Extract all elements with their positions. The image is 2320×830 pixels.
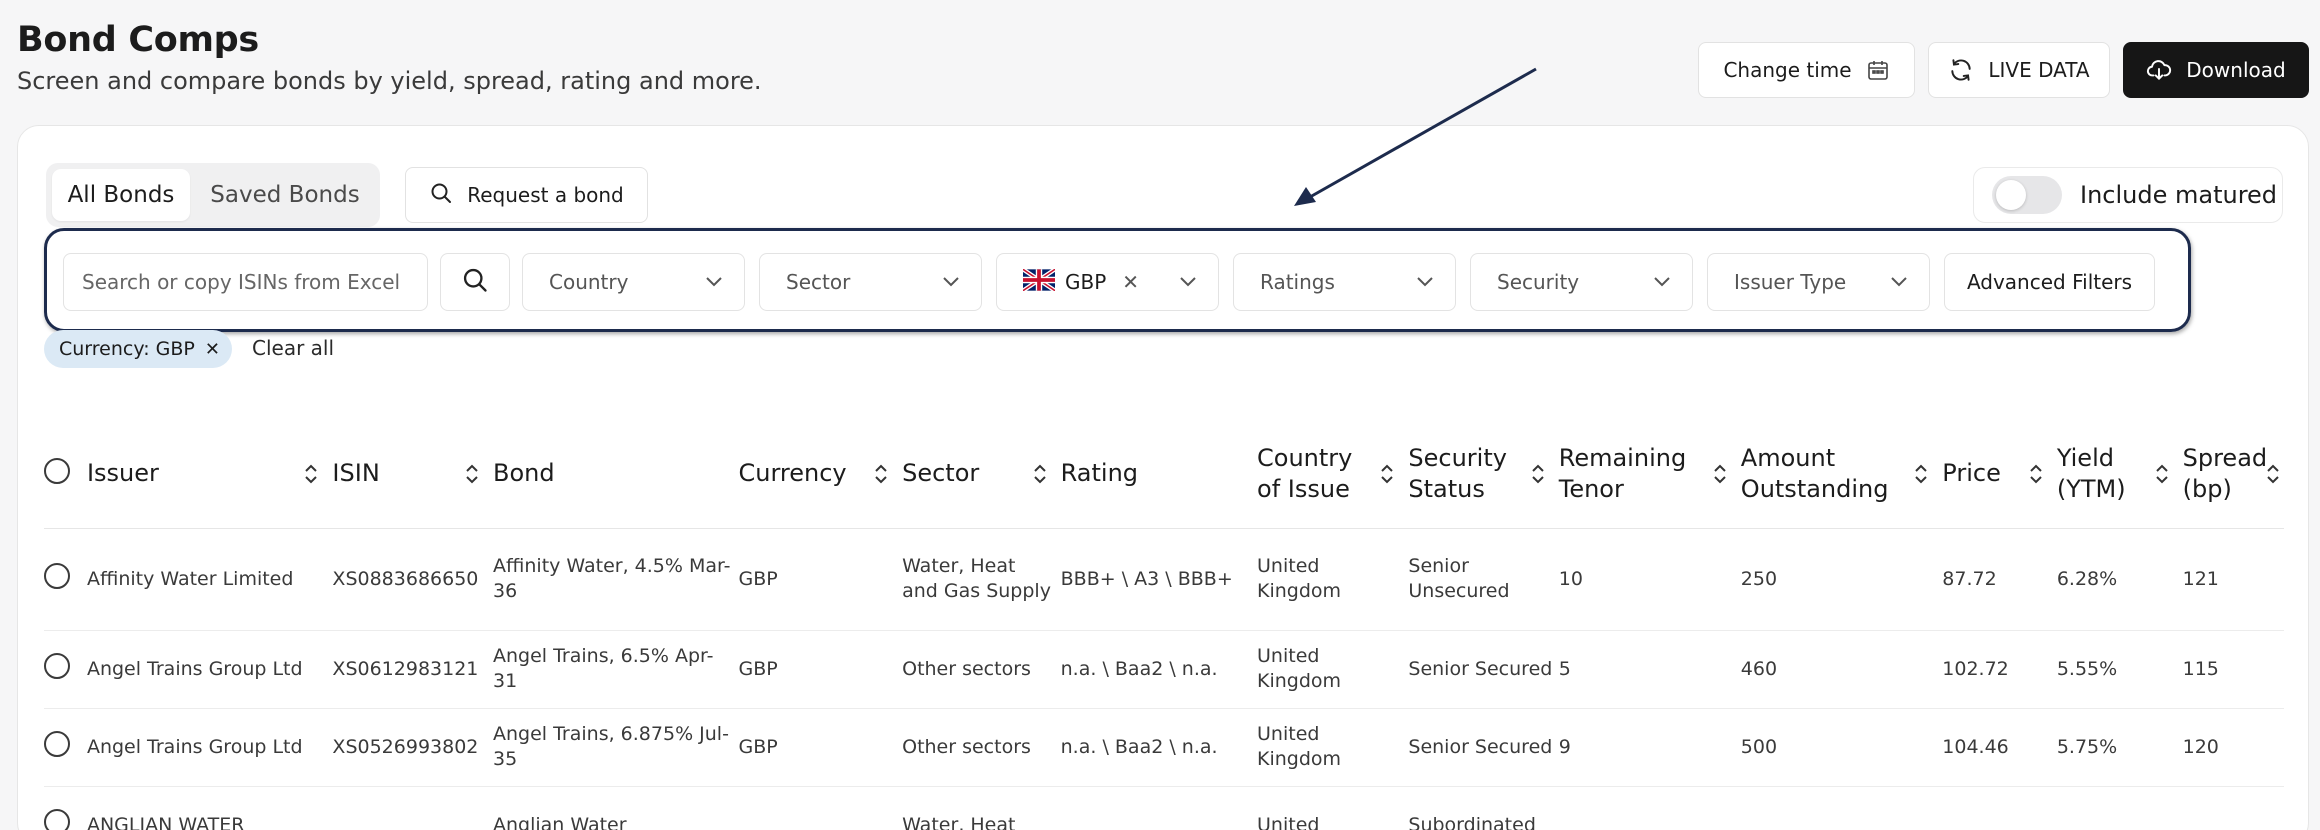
cell-security: Subordinated bbox=[1408, 786, 1559, 830]
cell-currency: GBP bbox=[738, 630, 903, 709]
column-header-isin[interactable]: ISIN bbox=[332, 420, 493, 529]
column-header-security-status[interactable]: Security Status bbox=[1408, 420, 1559, 529]
sort-icon[interactable] bbox=[465, 463, 479, 485]
cell-sector: Water, Heat and Gas Supply bbox=[902, 528, 1061, 631]
table-row[interactable]: Affinity Water Limited XS0883686650 Affi… bbox=[44, 528, 2284, 631]
cell-yield: 5.55% bbox=[2056, 630, 2183, 709]
select-all-radio[interactable] bbox=[44, 457, 70, 484]
column-header-spread[interactable]: Spread (bp) bbox=[2182, 420, 2284, 529]
cell-tenor: 9 bbox=[1558, 708, 1741, 787]
cell-currency: GBP bbox=[738, 708, 903, 787]
cell-isin: XS0883686650 bbox=[332, 528, 493, 631]
cell-price: 104.46 bbox=[1942, 708, 2057, 787]
table-row[interactable]: Angel Trains Group Ltd XS0612983121 Ange… bbox=[44, 630, 2284, 709]
cell-rating: n.a. \ Baa2 \ n.a. bbox=[1060, 630, 1258, 709]
cell-sector: Water, Heat bbox=[902, 786, 1061, 830]
cell-issuer: Affinity Water Limited bbox=[86, 528, 333, 631]
cell-amount: 460 bbox=[1740, 630, 1943, 709]
sort-icon[interactable] bbox=[2029, 463, 2043, 485]
cell-rating bbox=[1060, 786, 1258, 830]
cell-spread: 121 bbox=[2182, 528, 2284, 631]
row-select-radio[interactable] bbox=[44, 730, 70, 757]
column-header-country[interactable]: Country of Issue bbox=[1257, 420, 1409, 529]
sort-icon[interactable] bbox=[2155, 463, 2169, 485]
cell-rating: BBB+ \ A3 \ BBB+ bbox=[1060, 528, 1258, 631]
cell-country: United bbox=[1257, 786, 1409, 830]
sort-icon[interactable] bbox=[304, 463, 318, 485]
cell-spread: 120 bbox=[2182, 708, 2284, 787]
column-header-price[interactable]: Price bbox=[1942, 420, 2057, 529]
cell-issuer: Angel Trains Group Ltd bbox=[86, 708, 333, 787]
cell-amount: 250 bbox=[1740, 528, 1943, 631]
cell-country: United Kingdom bbox=[1257, 528, 1409, 631]
sort-icon[interactable] bbox=[2266, 463, 2280, 485]
row-select-radio[interactable] bbox=[44, 562, 70, 589]
cell-country: United Kingdom bbox=[1257, 708, 1409, 787]
cell-tenor bbox=[1558, 786, 1741, 830]
cell-bond: Anglian Water bbox=[493, 786, 739, 830]
cell-bond: Affinity Water, 4.5% Mar-36 bbox=[493, 528, 739, 631]
cell-price: 102.72 bbox=[1942, 630, 2057, 709]
select-all-cell bbox=[44, 420, 87, 529]
column-header-sector[interactable]: Sector bbox=[902, 420, 1061, 529]
column-header-remaining-tenor[interactable]: Remaining Tenor bbox=[1558, 420, 1741, 529]
sort-icon[interactable] bbox=[1914, 463, 1928, 485]
cell-spread bbox=[2182, 786, 2284, 830]
row-select-radio[interactable] bbox=[44, 808, 70, 830]
cell-security: Senior Unsecured bbox=[1408, 528, 1559, 631]
cell-currency bbox=[738, 786, 903, 830]
cell-issuer: ANGLIAN WATER bbox=[86, 786, 333, 830]
cell-bond: Angel Trains, 6.875% Jul-35 bbox=[493, 708, 739, 787]
cell-tenor: 10 bbox=[1558, 528, 1741, 631]
cell-rating: n.a. \ Baa2 \ n.a. bbox=[1060, 708, 1258, 787]
cell-currency: GBP bbox=[738, 528, 903, 631]
sort-icon[interactable] bbox=[1531, 463, 1545, 485]
cell-yield: 5.75% bbox=[2056, 708, 2183, 787]
sort-icon[interactable] bbox=[1380, 463, 1394, 485]
cell-isin bbox=[332, 786, 493, 830]
bonds-table: Issuer ISIN Bond Currency Sector Rating … bbox=[44, 420, 2284, 830]
column-header-currency[interactable]: Currency bbox=[738, 420, 903, 529]
cell-sector: Other sectors bbox=[902, 630, 1061, 709]
column-header-bond: Bond bbox=[493, 420, 739, 529]
cell-amount: 500 bbox=[1740, 708, 1943, 787]
cell-yield bbox=[2056, 786, 2183, 830]
cell-bond: Angel Trains, 6.5% Apr-31 bbox=[493, 630, 739, 709]
cell-country: United Kingdom bbox=[1257, 630, 1409, 709]
cell-amount bbox=[1740, 786, 1943, 830]
column-header-yield[interactable]: Yield (YTM) bbox=[2056, 420, 2183, 529]
sort-icon[interactable] bbox=[874, 463, 888, 485]
table-row[interactable]: ANGLIAN WATER Anglian Water Water, Heat … bbox=[44, 786, 2284, 830]
column-header-issuer[interactable]: Issuer bbox=[86, 420, 333, 529]
cell-price: 87.72 bbox=[1942, 528, 2057, 631]
cell-yield: 6.28% bbox=[2056, 528, 2183, 631]
row-select-radio[interactable] bbox=[44, 652, 70, 679]
cell-security: Senior Secured bbox=[1408, 630, 1559, 709]
sort-icon[interactable] bbox=[1713, 463, 1727, 485]
column-header-rating: Rating bbox=[1060, 420, 1258, 529]
cell-isin: XS0612983121 bbox=[332, 630, 493, 709]
table-header-row: Issuer ISIN Bond Currency Sector Rating … bbox=[44, 420, 2284, 529]
column-header-amount-outstanding[interactable]: Amount Outstanding bbox=[1740, 420, 1943, 529]
cell-price bbox=[1942, 786, 2057, 830]
sort-icon[interactable] bbox=[1033, 463, 1047, 485]
cell-sector: Other sectors bbox=[902, 708, 1061, 787]
cell-security: Senior Secured bbox=[1408, 708, 1559, 787]
cell-tenor: 5 bbox=[1558, 630, 1741, 709]
cell-isin: XS0526993802 bbox=[332, 708, 493, 787]
cell-issuer: Angel Trains Group Ltd bbox=[86, 630, 333, 709]
cell-spread: 115 bbox=[2182, 630, 2284, 709]
table-row[interactable]: Angel Trains Group Ltd XS0526993802 Ange… bbox=[44, 708, 2284, 787]
